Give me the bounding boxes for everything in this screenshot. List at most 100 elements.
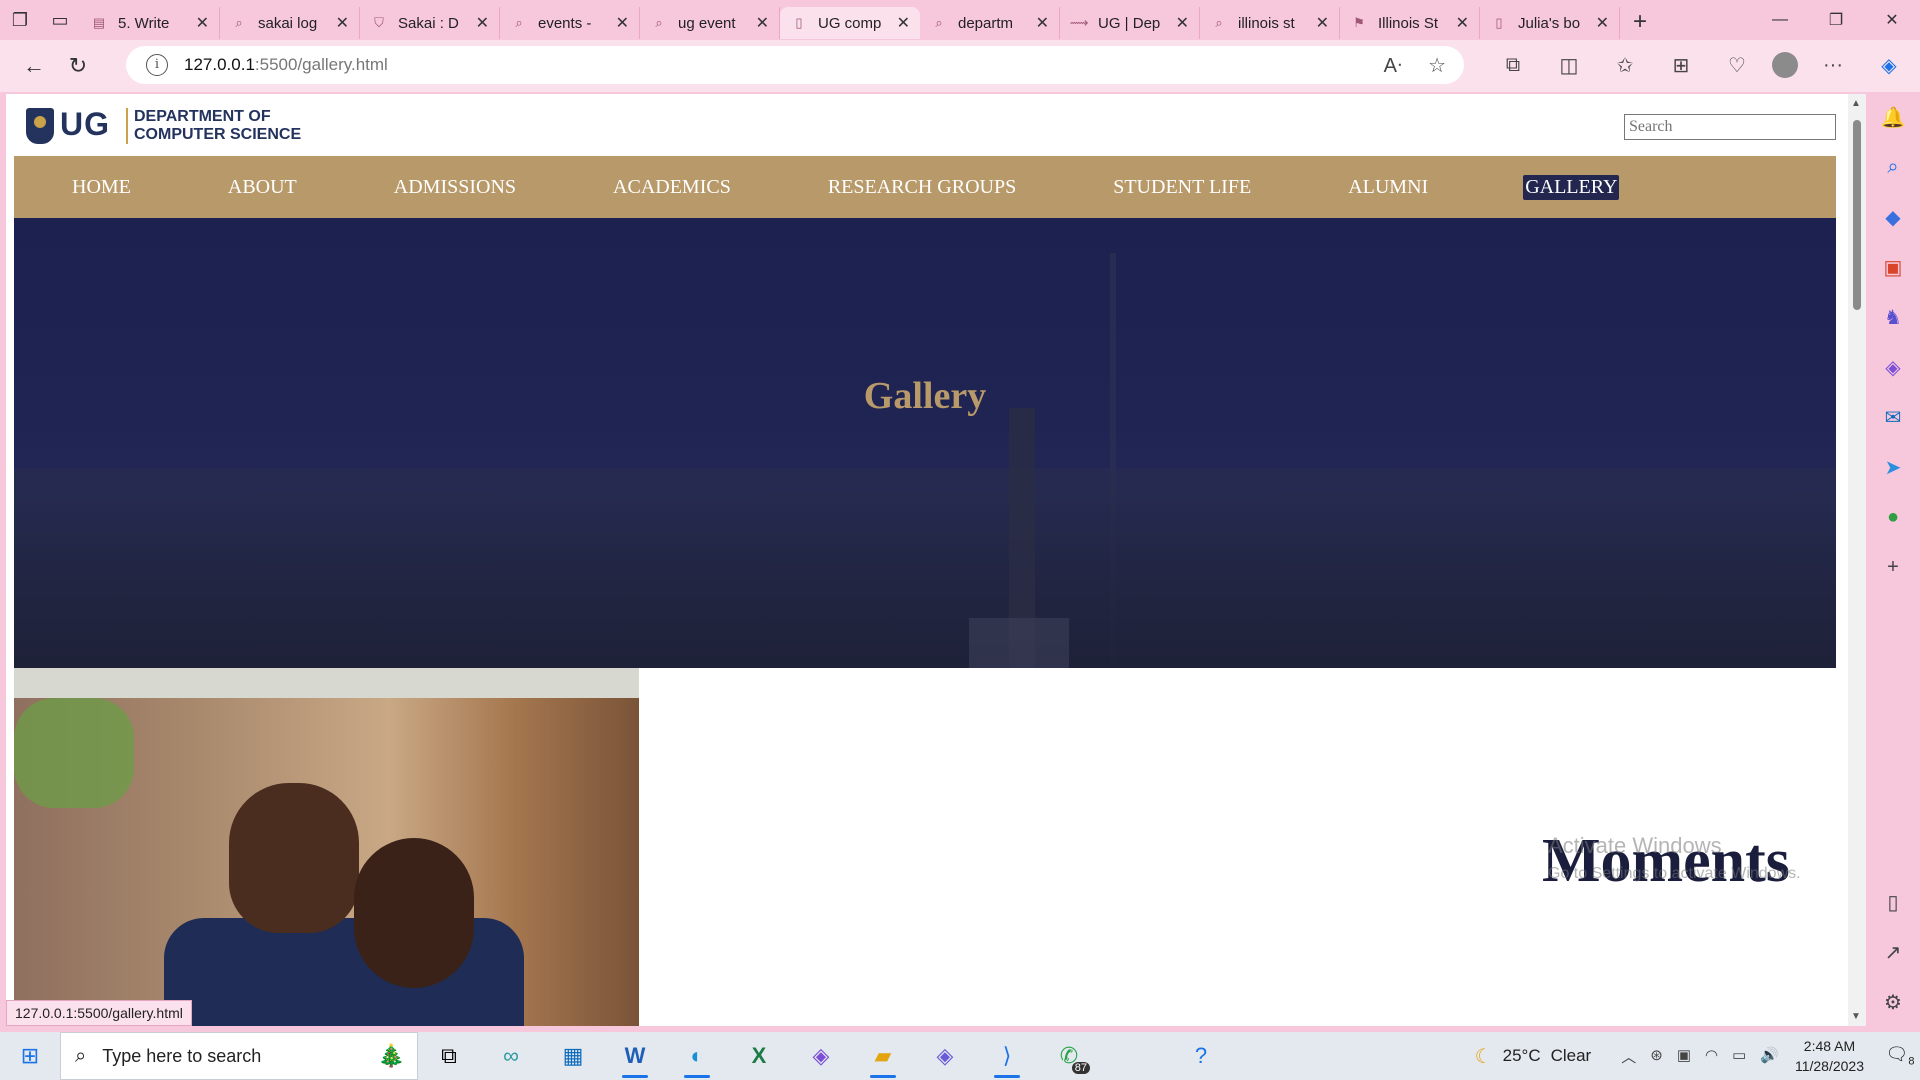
close-tab-icon[interactable]: ✕ (1316, 13, 1329, 33)
browser-essentials-icon[interactable]: ♡ (1716, 46, 1758, 84)
close-tab-icon[interactable]: ✕ (476, 13, 489, 33)
battery-icon[interactable]: ▭ (1732, 1046, 1746, 1067)
nav-item-home[interactable]: HOME (70, 175, 133, 200)
taskbar-search[interactable]: ⌕ Type here to search 🎄 (60, 1032, 418, 1080)
bell-icon[interactable]: 🔔 (1866, 92, 1920, 142)
open-external-icon[interactable]: ↗ (1866, 927, 1920, 977)
browser-tab[interactable]: ⌕ events - ✕ (500, 7, 640, 39)
edge-icon[interactable]: ◐ (666, 1032, 728, 1080)
outlook-icon[interactable]: ✉ (1866, 392, 1920, 442)
tab-label: Sakai : D (398, 14, 459, 32)
shopping-tag-icon[interactable]: ◆ (1866, 192, 1920, 242)
clock-time: 2:48 AM (1803, 1038, 1856, 1054)
photo-person (229, 783, 359, 933)
close-tab-icon[interactable]: ✕ (336, 13, 349, 33)
search-icon[interactable]: ⌕ (1866, 142, 1920, 192)
file-explorer-icon[interactable]: ▰ (852, 1032, 914, 1080)
excel-icon[interactable]: X (728, 1032, 790, 1080)
scroll-up-icon[interactable]: ▲ (1851, 98, 1861, 109)
site-info-icon[interactable]: i (146, 54, 168, 76)
read-aloud-icon[interactable]: Aᐧ (1384, 53, 1402, 78)
copilot-alt-icon[interactable]: ◈ (914, 1032, 976, 1080)
close-tab-icon[interactable]: ✕ (1036, 13, 1049, 33)
nav-item-student-life[interactable]: STUDENT LIFE (1111, 175, 1253, 200)
windows-start-icon[interactable]: ⊞ (0, 1032, 60, 1080)
settings-icon[interactable]: ⚙ (1866, 977, 1920, 1027)
send-icon[interactable]: ➤ (1866, 442, 1920, 492)
nav-item-academics[interactable]: ACADEMICS (611, 175, 733, 200)
browser-tab[interactable]: ⌕ illinois st ✕ (1200, 7, 1340, 39)
tree-icon[interactable]: ● (1866, 492, 1920, 542)
restore-icon[interactable]: ❐ (1808, 0, 1864, 40)
tab-actions-icon[interactable]: ▭ (40, 0, 80, 40)
site-logo[interactable]: UG (60, 106, 110, 143)
nav-item-alumni[interactable]: ALUMNI (1346, 175, 1430, 200)
sidebar-rail: 🔔 ⌕ ◆ ▣ ♞ ◈ ✉ ➤ ● + ▯ ↗ ⚙ (1866, 92, 1920, 1027)
vscode-icon[interactable]: ⟩ (976, 1032, 1038, 1080)
refresh-button[interactable]: ↻ (58, 46, 98, 86)
tab-label: ug event (678, 14, 736, 32)
browser-tab[interactable]: ⌕ departm ✕ (920, 7, 1060, 39)
games-icon[interactable]: ♞ (1866, 292, 1920, 342)
close-tab-icon[interactable]: ✕ (897, 13, 910, 33)
nav-item-about[interactable]: ABOUT (226, 175, 299, 200)
browser-tab[interactable]: ⚑ Illinois St ✕ (1340, 7, 1480, 39)
word-icon[interactable]: W (604, 1032, 666, 1080)
add-icon[interactable]: + (1866, 542, 1920, 592)
new-tab-button[interactable]: + (1620, 8, 1660, 36)
toolbox-icon[interactable]: ▣ (1866, 242, 1920, 292)
extensions-icon[interactable]: ⧉ (1492, 46, 1534, 84)
help-icon[interactable]: ? (1170, 1032, 1232, 1080)
profile-avatar[interactable] (1772, 52, 1798, 78)
show-hidden-icon[interactable]: ︿ (1621, 1046, 1636, 1067)
site-search-input[interactable] (1624, 114, 1836, 140)
copilot-taskbar-icon[interactable]: ◈ (790, 1032, 852, 1080)
copilot-app-icon[interactable]: ◈ (1866, 342, 1920, 392)
browser-tab[interactable]: ⟿ UG | Dep ✕ (1060, 7, 1200, 39)
photo-sky (14, 668, 639, 698)
meet-now-icon[interactable]: ▣ (1677, 1046, 1691, 1067)
close-tab-icon[interactable]: ✕ (1176, 13, 1189, 33)
network-status-icon[interactable]: ⊛ (1650, 1046, 1663, 1067)
browser-tab[interactable]: ⛉ Sakai : D ✕ (360, 7, 500, 39)
sidebar-toggle-icon[interactable]: ▯ (1866, 877, 1920, 927)
close-window-icon[interactable]: ✕ (1864, 0, 1920, 40)
browser-tab[interactable]: ▯ Julia's bo ✕ (1480, 7, 1620, 39)
copilot-icon[interactable]: ◈ (1868, 46, 1910, 84)
weather-widget[interactable]: ☾ 25°C Clear (1475, 1044, 1592, 1069)
nav-item-gallery[interactable]: GALLERY (1523, 174, 1620, 200)
close-tab-icon[interactable]: ✕ (1456, 13, 1469, 33)
browser-tab[interactable]: ▯ UG comp ✕ (780, 7, 920, 39)
close-tab-icon[interactable]: ✕ (1596, 13, 1609, 33)
whatsapp-icon[interactable]: ✆ 87 (1038, 1032, 1100, 1080)
browser-tab[interactable]: ⌕ sakai log ✕ (220, 7, 360, 39)
infinity-app-icon[interactable]: ∞ (480, 1032, 542, 1080)
task-view-icon[interactable]: ⧉ (418, 1032, 480, 1080)
collections-icon[interactable]: ⊞ (1660, 46, 1702, 84)
close-tab-icon[interactable]: ✕ (196, 13, 209, 33)
more-menu-icon[interactable]: ··· (1812, 46, 1854, 84)
scroll-down-icon[interactable]: ▼ (1851, 1011, 1861, 1022)
split-screen-icon[interactable]: ◫ (1548, 46, 1590, 84)
page-scrollbar[interactable]: ▲ ▼ (1848, 94, 1866, 1026)
favorite-star-icon[interactable]: ☆ (1428, 53, 1446, 78)
browser-tab[interactable]: ⌕ ug event ✕ (640, 7, 780, 39)
address-bar[interactable]: i 127.0.0.1:5500/gallery.html Aᐧ ☆ (126, 46, 1464, 84)
nav-item-admissions[interactable]: ADMISSIONS (392, 175, 518, 200)
close-tab-icon[interactable]: ✕ (756, 13, 769, 33)
gallery-photo[interactable] (14, 668, 639, 1026)
system-clock[interactable]: 2:48 AM 11/28/2023 (1795, 1036, 1864, 1076)
volume-icon[interactable]: 🔊 (1760, 1046, 1779, 1067)
close-tab-icon[interactable]: ✕ (616, 13, 629, 33)
back-button[interactable]: ← (14, 46, 54, 86)
minimize-icon[interactable]: — (1752, 0, 1808, 40)
browser-tab[interactable]: ▤ 5. Write ✕ (80, 7, 220, 39)
scrollbar-thumb[interactable] (1853, 120, 1861, 310)
notification-center-icon[interactable]: 🗨8 (1880, 1044, 1920, 1068)
wifi-icon[interactable]: ◠ (1705, 1046, 1718, 1067)
store-icon[interactable]: ▦ (542, 1032, 604, 1080)
favorites-icon[interactable]: ✩ (1604, 46, 1646, 84)
workspaces-icon[interactable]: ❐ (0, 0, 40, 40)
nav-item-research-groups[interactable]: RESEARCH GROUPS (826, 175, 1018, 200)
photo-foliage (14, 698, 134, 808)
